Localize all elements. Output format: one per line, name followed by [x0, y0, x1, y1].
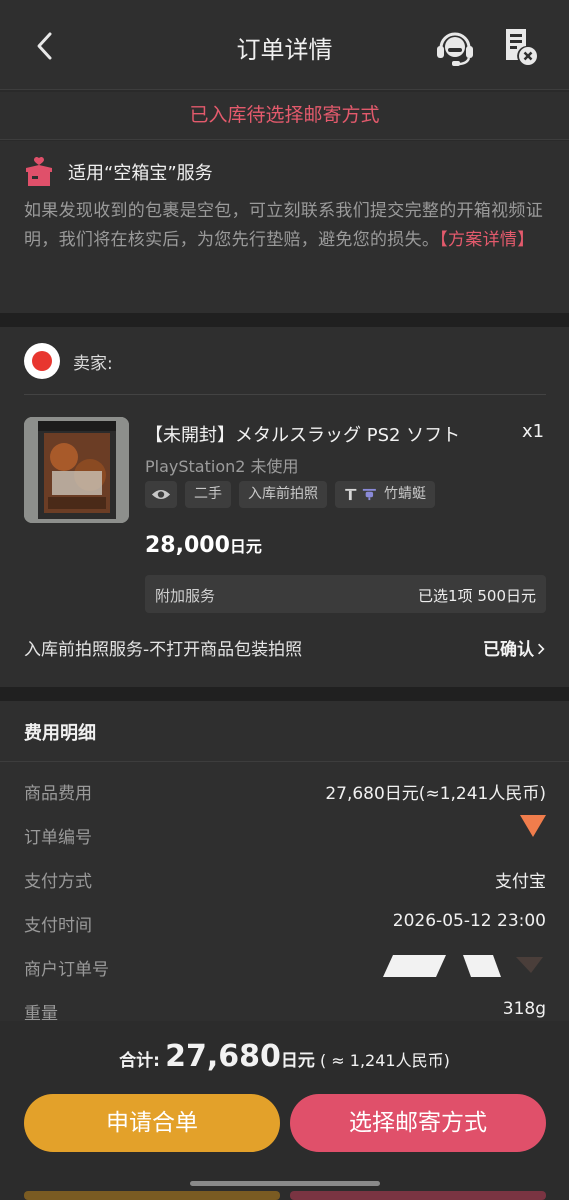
product-tags: 二手 入库前拍照 竹蜻蜓 [145, 481, 435, 509]
chevron-right-icon [538, 643, 545, 655]
addon-value: 已选1项 500日元 [418, 587, 536, 605]
product-image[interactable] [24, 417, 129, 523]
photo-service-status[interactable]: 已确认 [483, 635, 545, 660]
document-cancel-icon [506, 29, 537, 65]
merge-order-button[interactable]: 申请合单 [24, 1094, 280, 1152]
fee-row-order-number: 订单编号 [24, 815, 546, 853]
divider [0, 761, 569, 762]
view-photos-tag[interactable] [145, 481, 177, 508]
order-total: 合计: 27,680日元 ( ≈ 1,241人民币) [0, 1039, 569, 1074]
fee-value: 27,680日元(≈1,241人民币) [325, 784, 546, 804]
invoice-button[interactable] [500, 26, 540, 66]
product-variant: PlayStation2 未使用 [145, 457, 299, 476]
fee-row-weight: 重量 318g [24, 999, 546, 1021]
button-reflection [24, 1191, 280, 1200]
divider [24, 394, 546, 395]
total-unit: 日元 [280, 1051, 315, 1071]
plan-details-link[interactable]: 【方案详情】 [439, 230, 534, 250]
price-unit: 日元 [229, 537, 262, 556]
price-amount: 28,000 [145, 533, 230, 558]
mercari-logo-icon [32, 351, 52, 371]
tag-bamboo-dragonfly-label: 竹蜻蜓 [384, 486, 426, 502]
guarantee-description: 如果发现收到的包裹是空包，可立刻联系我们提交完整的开箱视频证明，我们将在核实后，… [24, 197, 548, 255]
product-card: 卖家: 【未開封】メタルスラッグ PS2 ソフト x1 PlayStation2… [0, 327, 569, 687]
photo-service-label: 入库前拍照服务-不打开商品包装拍照 [24, 640, 303, 660]
fee-row-payment-time: 支付时间 2026-05-12 23:00 [24, 911, 546, 941]
order-status-banner: 已入库待选择邮寄方式 [0, 92, 569, 140]
fee-label: 支付方式 [24, 872, 92, 892]
customer-service-button[interactable] [434, 26, 476, 68]
box-with-heart-icon [24, 156, 54, 188]
home-indicator[interactable] [190, 1181, 380, 1186]
fee-label: 支付时间 [24, 916, 92, 936]
footer-bar: 合计: 27,680日元 ( ≈ 1,241人民币) 申请合单 选择邮寄方式 [0, 1021, 569, 1200]
photo-service-status-text: 已确认 [483, 640, 534, 660]
total-label: 合计: [119, 1051, 160, 1071]
section-divider [0, 687, 569, 701]
seller-logo [24, 343, 60, 379]
fee-row-payment-method: 支付方式 支付宝 [24, 867, 546, 897]
empty-box-guarantee-section: 适用“空箱宝”服务 如果发现收到的包裹是空包，可立刻联系我们提交完整的开箱视频证… [0, 141, 569, 313]
fee-label: 订单编号 [24, 828, 92, 848]
header-bar: 订单详情 [0, 0, 569, 90]
redacted-mark [383, 955, 543, 977]
button-reflection [290, 1191, 546, 1200]
fee-label: 商品费用 [24, 784, 92, 804]
tag-secondhand: 二手 [185, 481, 231, 508]
page-title: 订单详情 [236, 36, 333, 64]
headset-icon [437, 32, 473, 66]
addon-services-row[interactable]: 附加服务 已选1项 500日元 [145, 575, 546, 613]
product-quantity: x1 [522, 421, 545, 442]
fee-value: 支付宝 [495, 872, 546, 892]
tag-pre-storage-photo: 入库前拍照 [239, 481, 327, 508]
bamboo-dragonfly-icon [345, 488, 376, 501]
fee-row-merchant-order-number: 商户订单号 [24, 955, 546, 985]
tag-bamboo-dragonfly: 竹蜻蜓 [335, 481, 435, 508]
total-amount: 27,680 [165, 1039, 281, 1074]
addon-label: 附加服务 [155, 587, 216, 605]
fee-details-section: 费用明细 商品费用 27,680日元(≈1,241人民币) 订单编号 支付方式 … [0, 701, 569, 1021]
guarantee-title: 适用“空箱宝”服务 [68, 163, 213, 184]
fee-label: 商户订单号 [24, 960, 109, 980]
product-price: 28,000日元 [145, 533, 262, 558]
eye-icon [151, 489, 171, 500]
fee-label: 重量 [24, 1004, 58, 1021]
seller-label[interactable]: 卖家: [73, 349, 113, 374]
total-cny: ( ≈ 1,241人民币) [319, 1051, 450, 1070]
section-divider [0, 313, 569, 327]
fee-row-item-cost: 商品费用 27,680日元(≈1,241人民币) [24, 779, 546, 809]
select-shipping-button[interactable]: 选择邮寄方式 [290, 1094, 546, 1152]
product-title[interactable]: 【未開封】メタルスラッグ PS2 ソフト [145, 421, 515, 447]
fee-value: 2026-05-12 23:00 [392, 911, 546, 931]
fee-value: 318g [502, 999, 546, 1019]
redacted-mark [520, 815, 546, 837]
fee-details-title: 费用明细 [24, 723, 96, 744]
